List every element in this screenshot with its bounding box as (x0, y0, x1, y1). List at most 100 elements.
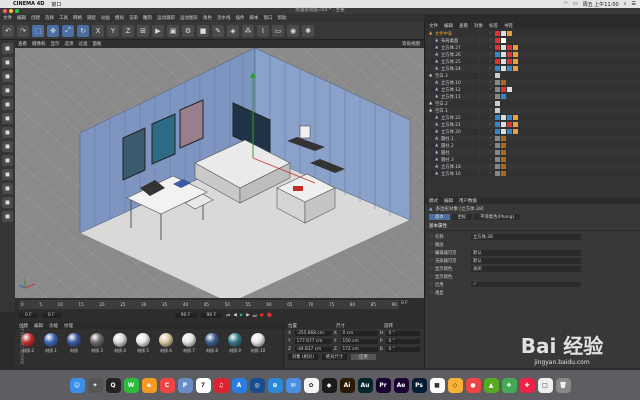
object-row[interactable]: ▲ 空白.1 ⁚ ✓ (425, 107, 640, 114)
object-row[interactable]: ▲ 立方体.27 ⁚ ✓ (425, 44, 640, 51)
clock[interactable]: 周五 上午11:00 (583, 1, 619, 8)
goto-end-icon[interactable]: ⏭ (253, 313, 257, 319)
object-tag-icon[interactable] (501, 31, 506, 36)
object-tag-icon[interactable] (501, 80, 506, 85)
coord-position-field[interactable]: -44.837 cm (294, 347, 332, 352)
object-row[interactable]: ▲ 布局桌面 ⁚ ✓ (425, 37, 640, 44)
timeline-ruler[interactable]: 0 5 10 15 20 25 30 35 40 45 50 55 60 65 70 75 80 85 90 (19, 300, 399, 309)
object-tag-icon[interactable] (495, 45, 500, 50)
object-name[interactable]: 立方体.25 (441, 59, 479, 65)
object-tag-icon[interactable] (495, 164, 500, 169)
axis-mode-icon[interactable]: ◼ (2, 113, 13, 124)
object-tag-icon[interactable] (495, 101, 500, 106)
visibility-dots[interactable]: ⁚ (479, 73, 489, 78)
object-row[interactable]: ▲ 立方体.22 ⁚ ✓ (425, 114, 640, 121)
object-row[interactable]: ▲ 立方体.18 ⁚ ✓ (425, 163, 640, 170)
object-tag-icon[interactable] (513, 115, 518, 120)
menu-item[interactable]: 角色 (203, 15, 212, 21)
object-tag-icon[interactable] (501, 122, 506, 127)
qq-icon[interactable]: Q (105, 377, 121, 393)
object-tag-icon[interactable] (495, 59, 500, 64)
render-view-icon[interactable]: ▶ (152, 24, 164, 37)
object-tag-icon[interactable] (513, 59, 518, 64)
object-tag-icon[interactable] (501, 66, 506, 71)
key-icon[interactable]: ⬤ (267, 313, 272, 319)
render-picture-icon[interactable]: ▣ (167, 24, 179, 37)
viewport-menu-item[interactable]: 过滤 (79, 41, 88, 47)
apply-button[interactable]: 应用 (351, 354, 376, 360)
object-row[interactable]: ▲ 立方体.20 ⁚ ✓ (425, 128, 640, 135)
object-tag-icon[interactable] (501, 59, 506, 64)
object-tag-icon[interactable] (495, 31, 500, 36)
app5-icon[interactable]: ❖ (501, 377, 517, 393)
deformer-icon[interactable]: ⌇ (257, 24, 269, 37)
coord-size-field[interactable]: 150 cm (340, 339, 378, 344)
object-tag-icon[interactable] (513, 52, 518, 57)
object-tag-icon[interactable] (507, 59, 512, 64)
material-menu-item[interactable]: 编辑 (34, 323, 43, 329)
grid-icon[interactable]: ◼ (2, 197, 13, 208)
object-name[interactable]: 立方体.12 (441, 87, 479, 93)
prev-frame-icon[interactable]: ◀ (233, 313, 236, 319)
move-icon[interactable]: ✥ (47, 24, 59, 37)
object-tag-icon[interactable] (495, 73, 500, 78)
object-name[interactable]: 空白.3 (435, 73, 479, 79)
object-tag-icon[interactable] (495, 87, 500, 92)
material-swatch[interactable]: 材质.10 (249, 333, 267, 354)
material-menu-item[interactable]: 纹理 (64, 323, 73, 329)
object-name[interactable]: 立方体.10 (441, 80, 479, 86)
sketch-icon[interactable]: ◇ (447, 377, 463, 393)
polygons-mode-icon[interactable]: ◼ (2, 99, 13, 110)
object-name[interactable]: 立方体.21 (441, 122, 479, 128)
appstore-icon[interactable]: A (231, 377, 247, 393)
material-swatch[interactable]: 材质.7 (180, 333, 198, 354)
calendar-icon[interactable]: 7 (195, 377, 211, 393)
attr-field-value[interactable]: ✓ (471, 282, 581, 287)
material-swatch[interactable]: 材质.6 (157, 333, 175, 354)
app6-icon[interactable]: ✚ (519, 377, 535, 393)
menu-item[interactable]: 模拟 (115, 15, 124, 21)
visibility-dots[interactable]: ⁚ (479, 52, 489, 57)
object-tag-icon[interactable] (501, 94, 506, 99)
attr-field-value[interactable]: 默认 (471, 257, 581, 264)
material-swatch[interactable]: 材质.5 (134, 333, 152, 354)
record-icon[interactable]: ● (260, 313, 264, 319)
launchpad-icon[interactable]: ✦ (87, 377, 103, 393)
object-tag-icon[interactable] (495, 157, 500, 162)
visibility-dots[interactable]: ⁚ (479, 115, 489, 120)
menu-item[interactable]: 动画 (101, 15, 110, 21)
menu-item[interactable]: 文件 (3, 15, 12, 21)
visibility-dots[interactable]: ⁚ (479, 45, 489, 50)
object-tag-icon[interactable] (495, 52, 500, 57)
material-menu-item[interactable]: 功能 (49, 323, 58, 329)
menu-item[interactable]: 运动图形 (180, 15, 198, 21)
object-tag-icon[interactable] (501, 164, 506, 169)
viewport-menu-item[interactable]: 面板 (93, 41, 102, 47)
object-name[interactable]: 立方体.22 (441, 115, 479, 121)
app-icon[interactable]: ◆ (321, 377, 337, 393)
floor-icon[interactable]: ▭ (272, 24, 284, 37)
object-tag-icon[interactable] (501, 136, 506, 141)
object-tag-icon[interactable] (513, 66, 518, 71)
object-row[interactable]: ▲ 空白.3 ⁚ ✓ (425, 72, 640, 79)
object-tag-icon[interactable] (495, 38, 500, 43)
photos-icon[interactable]: ✿ (303, 377, 319, 393)
finder-icon[interactable]: ☺ (69, 377, 85, 393)
menu-item[interactable]: 流水线 (217, 15, 231, 21)
object-tag-icon[interactable] (507, 87, 512, 92)
app-name[interactable]: CINEMA 4D (13, 1, 44, 7)
coord-size-select[interactable]: 绝对尺寸 (321, 354, 348, 360)
illustrator-icon[interactable]: Ai (339, 377, 355, 393)
object-tag-icon[interactable] (507, 52, 512, 57)
play-icon[interactable]: ▶ (240, 313, 243, 319)
app7-icon[interactable]: □ (537, 377, 553, 393)
object-tag-icon[interactable] (501, 171, 506, 176)
mail-icon[interactable]: ✉ (285, 377, 301, 393)
visibility-dots[interactable]: ⁚ (479, 171, 489, 176)
object-name[interactable]: 圆柱.1 (441, 136, 479, 142)
z-axis-icon[interactable]: Z (122, 24, 134, 37)
viewport-menu-item[interactable]: 摄像机 (32, 41, 46, 47)
coord-rotation-field[interactable]: 0 ° (386, 339, 420, 344)
pen-icon[interactable]: ✎ (212, 24, 224, 37)
visibility-dots[interactable]: ⁚ (479, 59, 489, 64)
